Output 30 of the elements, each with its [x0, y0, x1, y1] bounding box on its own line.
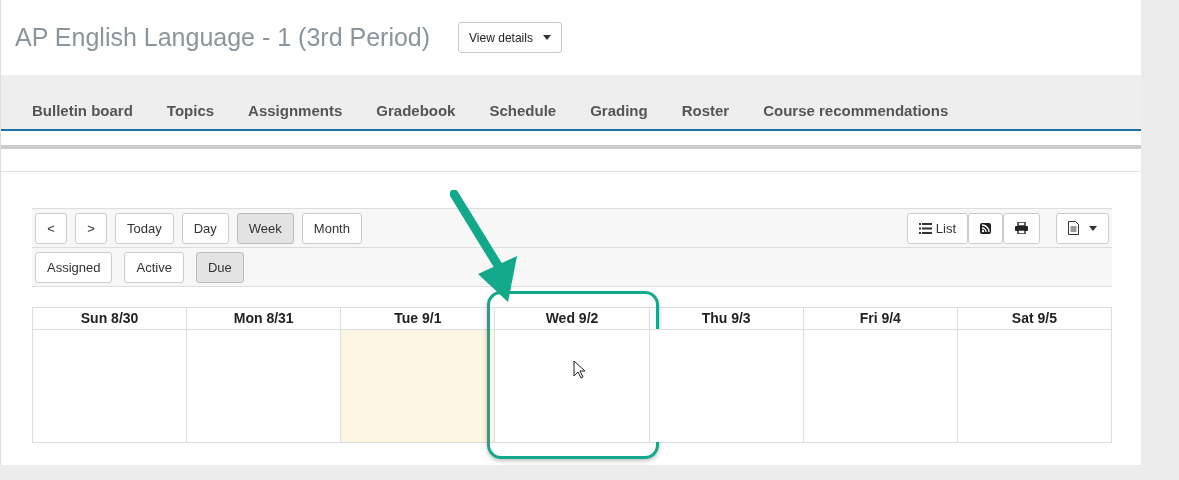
- tab[interactable]: Course recommendations: [763, 102, 949, 129]
- rss-icon: [980, 222, 991, 234]
- course-title: AP English Language - 1 (3rd Period): [15, 23, 431, 52]
- tab[interactable]: Topics: [166, 102, 215, 129]
- tab[interactable]: Assignments: [248, 102, 343, 129]
- tab[interactable]: Bulletin board: [32, 102, 133, 129]
- view-button[interactable]: Week: [236, 212, 294, 244]
- document-icon: [1068, 221, 1079, 235]
- print-icon: [1015, 222, 1028, 234]
- tab[interactable]: Grading: [590, 102, 648, 129]
- cursor-icon: [573, 360, 587, 379]
- view-button[interactable]: >: [75, 212, 107, 244]
- rss-button[interactable]: [968, 212, 1003, 244]
- list-button[interactable]: List: [906, 212, 968, 244]
- view-button[interactable]: <: [35, 212, 67, 244]
- filter-button[interactable]: Assigned: [35, 251, 113, 283]
- caret-icon: [542, 35, 551, 40]
- print-button[interactable]: [1003, 212, 1040, 244]
- filter-button[interactable]: Due: [195, 251, 244, 283]
- caret-icon: [1089, 225, 1097, 231]
- view-button[interactable]: Today: [115, 212, 174, 244]
- filter-button[interactable]: Active: [124, 251, 184, 283]
- list-icon: [918, 222, 932, 234]
- tab[interactable]: Schedule: [489, 102, 557, 129]
- view-details-button[interactable]: View details: [458, 22, 562, 53]
- export-button[interactable]: [1056, 212, 1109, 244]
- view-button[interactable]: Day: [181, 212, 229, 244]
- view-button[interactable]: Month: [301, 212, 362, 244]
- tab[interactable]: Roster: [681, 102, 730, 129]
- tab[interactable]: Gradebook: [376, 102, 456, 129]
